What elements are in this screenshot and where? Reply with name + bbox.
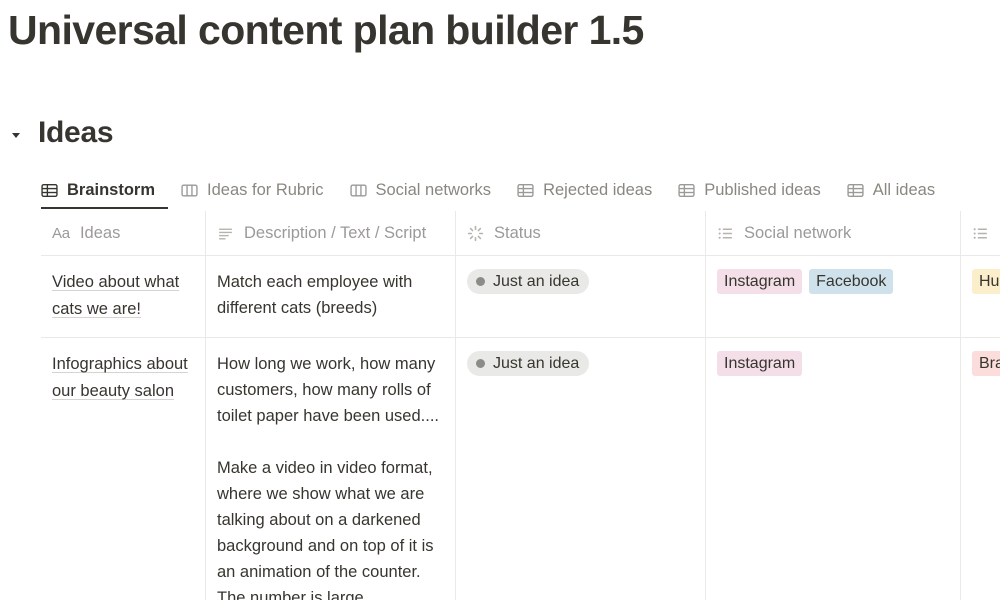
tab-all-ideas[interactable]: All ideas	[834, 172, 948, 209]
idea-title-link[interactable]: Infographics about our beauty salon	[52, 355, 188, 400]
status-badge[interactable]: Just an idea	[467, 269, 590, 294]
status-label: Just an idea	[493, 272, 580, 290]
status-spinner-icon	[467, 225, 484, 242]
title-aa-icon: Aa	[52, 224, 70, 242]
board-view-icon	[349, 182, 367, 199]
column-header-description[interactable]: Description / Text / Script	[206, 211, 456, 255]
text-lines-icon	[217, 225, 234, 242]
cell-description[interactable]: How long we work, how many customers, ho…	[206, 338, 456, 600]
tab-ideas-for-rubric[interactable]: Ideas for Rubric	[168, 172, 336, 209]
social-tag-instagram[interactable]: Instagram	[717, 269, 803, 294]
multi-select-icon	[717, 225, 734, 242]
description-paragraph: Match each employee with different cats …	[217, 273, 413, 317]
social-tag-instagram[interactable]: Instagram	[717, 351, 803, 376]
status-dot-icon	[476, 277, 485, 286]
rubric-tag[interactable]: Hum	[972, 269, 1000, 294]
tab-label: All ideas	[872, 181, 936, 199]
table-view-icon	[678, 182, 695, 199]
idea-title-link[interactable]: Video about what cats we are!	[52, 273, 179, 318]
column-label: Status	[494, 223, 541, 242]
table-view-icon	[517, 182, 534, 199]
rubric-tag[interactable]: Bran	[972, 351, 1000, 376]
tab-rejected-ideas[interactable]: Rejected ideas	[504, 172, 665, 209]
column-header-rubric[interactable]: R	[961, 211, 1000, 255]
table-view-icon	[41, 182, 58, 199]
tab-label: Published ideas	[704, 181, 821, 199]
cell-social-network[interactable]: Instagram	[706, 338, 961, 600]
column-header-social-network[interactable]: Social network	[706, 211, 961, 255]
cell-description[interactable]: Match each employee with different cats …	[206, 256, 456, 337]
description-paragraph: How long we work, how many customers, ho…	[217, 355, 439, 425]
cell-rubric[interactable]: Bran	[961, 338, 1000, 600]
table-header-row: Aa Ideas Description / Text / Script Sta…	[41, 211, 1000, 256]
tab-label: Social networks	[375, 181, 492, 199]
table-row: Video about what cats we are! Match each…	[41, 256, 1000, 338]
status-badge[interactable]: Just an idea	[467, 351, 590, 376]
social-tag-facebook[interactable]: Facebook	[809, 269, 894, 294]
multi-select-icon	[972, 225, 989, 242]
status-label: Just an idea	[493, 354, 580, 372]
status-dot-icon	[476, 359, 485, 368]
page-title: Universal content plan builder 1.5	[8, 7, 644, 53]
tab-label: Ideas for Rubric	[207, 181, 324, 199]
description-paragraph: Make a video in video format, where we s…	[217, 459, 434, 600]
column-header-status[interactable]: Status	[456, 211, 706, 255]
view-tabs: Brainstorm Ideas for Rubric Social netwo…	[41, 172, 948, 210]
column-header-ideas[interactable]: Aa Ideas	[41, 211, 206, 255]
cell-status[interactable]: Just an idea	[456, 338, 706, 600]
tab-brainstorm[interactable]: Brainstorm	[41, 172, 169, 209]
table-view-icon	[847, 182, 864, 199]
tab-label: Rejected ideas	[543, 181, 653, 199]
triangle-down-icon[interactable]	[8, 127, 24, 143]
cell-idea[interactable]: Infographics about our beauty salon	[41, 338, 206, 600]
board-view-icon	[181, 182, 198, 199]
section-header-ideas[interactable]: Ideas	[8, 110, 114, 156]
section-title: Ideas	[38, 116, 114, 149]
cell-idea[interactable]: Video about what cats we are!	[41, 256, 206, 337]
page-root: Universal content plan builder 1.5 Ideas…	[0, 0, 1000, 600]
column-label: Social network	[744, 223, 852, 242]
table-row: Infographics about our beauty salon How …	[41, 338, 1000, 600]
cell-social-network[interactable]: Instagram Facebook	[706, 256, 961, 337]
tab-label: Brainstorm	[67, 181, 156, 199]
tab-social-networks[interactable]: Social networks	[337, 172, 505, 209]
column-label: Description / Text / Script	[244, 223, 427, 242]
cell-rubric[interactable]: Hum	[961, 256, 1000, 337]
column-label: Ideas	[79, 223, 121, 242]
database-table: Aa Ideas Description / Text / Script Sta…	[41, 211, 1000, 600]
tab-published-ideas[interactable]: Published ideas	[665, 172, 834, 209]
cell-status[interactable]: Just an idea	[456, 256, 706, 337]
